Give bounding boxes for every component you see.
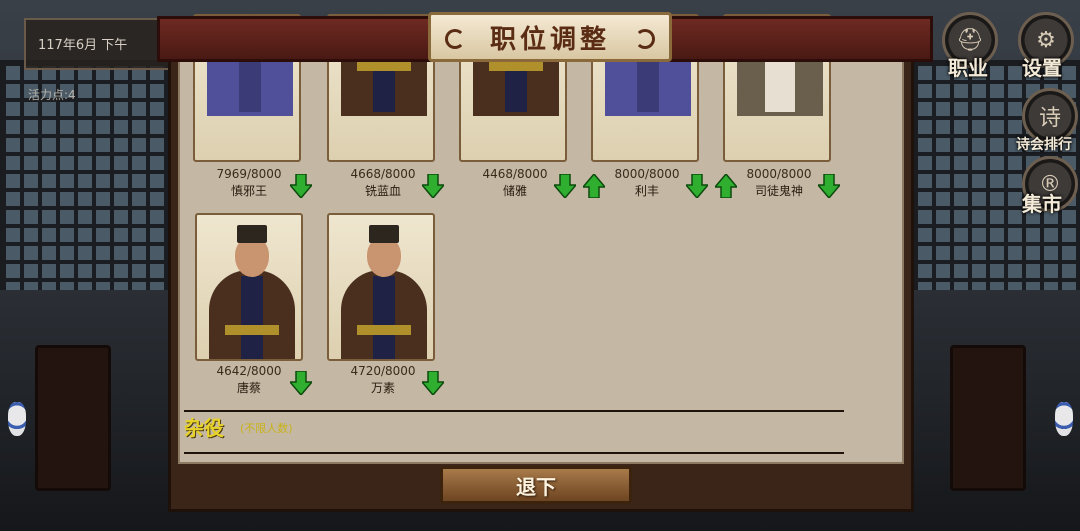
demote-arrow-icon[interactable] (554, 174, 576, 198)
job-label: 职业 (948, 56, 988, 80)
misc-section-title: 杂役 (184, 416, 224, 440)
vase-left (8, 402, 26, 436)
section-divider (184, 452, 844, 454)
portrait-image (195, 213, 303, 361)
promote-arrow-icon[interactable] (715, 174, 737, 198)
demote-arrow-icon[interactable] (686, 174, 708, 198)
demote-arrow-icon[interactable] (290, 174, 312, 198)
misc-section-note: (不限人数) (240, 422, 293, 435)
scroll-ornament-icon (635, 29, 655, 49)
date-display: 117年6月 下午 (24, 18, 174, 70)
vase-right (1055, 402, 1073, 436)
official-hp: 4642/8000 (216, 364, 282, 378)
section-divider (184, 410, 844, 412)
poetry-ranking-label: 诗会排行 (1016, 137, 1072, 153)
energy-points: 活力点:4 (28, 88, 76, 102)
dialog-title-plaque-front: 职位调整 (428, 12, 672, 62)
market-label: 集市 (1022, 192, 1062, 216)
dialog-title-front: 职位调整 (489, 24, 610, 55)
gear-icon: ⚙ (1036, 27, 1056, 53)
portrait-image (327, 213, 435, 361)
demote-arrow-icon[interactable] (422, 371, 444, 395)
settings-label: 设置 (1022, 56, 1062, 80)
official-hp: 7969/8000 (216, 167, 282, 181)
retreat-button[interactable]: 退下 (440, 466, 632, 504)
demote-arrow-icon[interactable] (290, 371, 312, 395)
poetry-icon: 诗 (1038, 106, 1061, 131)
official-name: 唐蔡 (236, 381, 261, 395)
official-card[interactable] (195, 213, 307, 363)
promote-arrow-icon[interactable] (583, 174, 605, 198)
demote-arrow-icon[interactable] (422, 174, 444, 198)
helmet-icon: ⛑ (956, 27, 984, 53)
chair-left (35, 345, 111, 491)
scroll-ornament-icon (445, 29, 465, 49)
official-name: 慎邪王 (230, 184, 267, 198)
demote-arrow-icon[interactable] (818, 174, 840, 198)
chair-right (950, 345, 1026, 491)
official-card[interactable] (327, 213, 439, 363)
